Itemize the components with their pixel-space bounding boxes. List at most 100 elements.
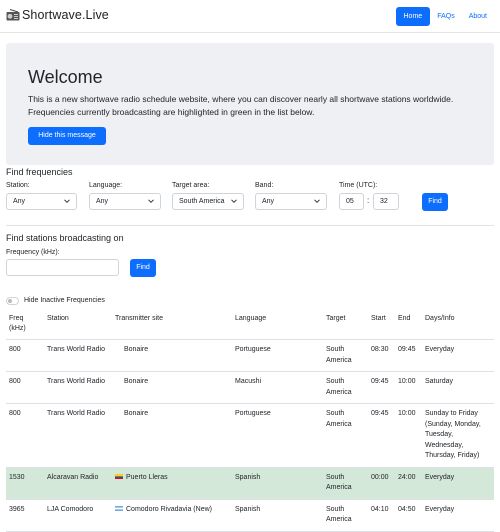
frequency-label: Frequency (kHz): [6, 249, 60, 256]
main-nav: Home FAQs About [395, 7, 495, 26]
cell-days: Everyday [422, 467, 494, 500]
station-select-value: Any [13, 198, 26, 205]
target-area-select-value: South America [179, 198, 225, 205]
station-select[interactable]: Any [6, 193, 77, 210]
find-frequencies-button[interactable]: Find [422, 193, 448, 211]
chevron-down-icon [148, 199, 154, 204]
colombia-flag-icon [115, 473, 123, 479]
cell-target: South America [323, 371, 368, 404]
site-name: Comodoro Rivadavia (New) [126, 505, 212, 513]
band-select-value: Any [262, 198, 275, 205]
col-days-info[interactable]: Days/Info [422, 311, 494, 340]
station-label: Station: [6, 182, 30, 189]
hide-inactive-toggle[interactable] [6, 297, 19, 305]
cell-start: 09:45 [368, 403, 395, 468]
welcome-title: Welcome [28, 67, 103, 87]
cell-end: 24:00 [395, 467, 422, 500]
section-divider [6, 225, 494, 226]
cell-freq: 800 [6, 403, 44, 468]
cell-target: South America [323, 339, 368, 372]
col-start[interactable]: Start [368, 311, 395, 340]
cell-days: Everyday [422, 499, 494, 532]
cell-end: 04:50 [395, 499, 422, 532]
cell-end: 09:45 [395, 339, 422, 372]
cell-start: 04:10 [368, 499, 395, 532]
site-name: Bonaire [124, 410, 149, 417]
find-frequencies-title: Find frequencies [6, 167, 73, 177]
cell-start: 00:00 [368, 467, 395, 500]
cell-site: Bonaire [112, 371, 232, 404]
cell-language: Spanish [232, 499, 323, 532]
nav-about-link[interactable]: About [462, 7, 494, 26]
cell-freq: 800 [6, 371, 44, 404]
frequency-table: Freq (kHz) Station Transmitter site Lang… [6, 311, 494, 532]
welcome-panel: Welcome This is a new shortwave radio sc… [6, 43, 494, 165]
cell-language: Spanish [232, 467, 323, 500]
table-header-row: Freq (kHz) Station Transmitter site Lang… [6, 311, 494, 340]
col-language[interactable]: Language [232, 311, 323, 340]
nav-faqs-link[interactable]: FAQs [430, 7, 462, 26]
cell-site: Puerto Lleras [112, 467, 232, 500]
find-stations-button[interactable]: Find [130, 259, 156, 277]
cell-freq: 3965 [6, 499, 44, 532]
cell-site: Bonaire [112, 339, 232, 372]
radio-icon [6, 9, 20, 21]
language-select-value: Any [96, 198, 109, 205]
cell-end: 10:00 [395, 371, 422, 404]
cell-station: Trans World Radio [44, 339, 112, 372]
find-stations-title: Find stations broadcasting on [6, 233, 124, 243]
cell-target: South America [323, 403, 368, 468]
cell-site: Comodoro Rivadavia (New) [112, 499, 232, 532]
cell-target: South America [323, 499, 368, 532]
frequency-input[interactable] [6, 259, 119, 276]
target-area-select[interactable]: South America [172, 193, 244, 210]
time-separator: : [367, 196, 370, 205]
table-row[interactable]: 800 Trans World Radio Bonaire Macushi So… [6, 371, 494, 404]
col-freq[interactable]: Freq (kHz) [6, 311, 44, 340]
cell-language: Macushi [232, 371, 323, 404]
hide-inactive-label: Hide Inactive Frequencies [24, 297, 105, 304]
argentina-flag-icon [115, 505, 123, 511]
cell-days: Everyday [422, 339, 494, 372]
chevron-down-icon [64, 199, 70, 204]
cell-freq: 1530 [6, 467, 44, 500]
band-select[interactable]: Any [255, 193, 327, 210]
band-label: Band: [255, 182, 274, 189]
cell-days: Saturday [422, 371, 494, 404]
cell-start: 09:45 [368, 371, 395, 404]
minute-input[interactable]: 32 [373, 193, 399, 210]
navbar: Shortwave.Live Home FAQs About [0, 0, 500, 33]
cell-start: 08:30 [368, 339, 395, 372]
cell-station: Alcaravan Radio [44, 467, 112, 500]
cell-language: Portuguese [232, 339, 323, 372]
target-area-label: Target area: [172, 182, 210, 189]
cell-site: Bonaire [112, 403, 232, 468]
language-select[interactable]: Any [89, 193, 161, 210]
time-label: Time (UTC): [339, 182, 378, 189]
cell-station: Trans World Radio [44, 403, 112, 468]
brand[interactable]: Shortwave.Live [6, 8, 109, 22]
site-name: Bonaire [124, 378, 149, 385]
cell-days: Sunday to Friday (Sunday, Monday, Tuesda… [422, 403, 494, 468]
cell-station: Trans World Radio [44, 371, 112, 404]
site-name: Puerto Lleras [126, 473, 168, 481]
col-target[interactable]: Target [323, 311, 368, 340]
table-row-live[interactable]: 1530 Alcaravan Radio Puerto Lleras Spani… [6, 467, 494, 500]
toggle-knob [8, 299, 12, 303]
nav-home-link[interactable]: Home [395, 7, 431, 26]
table-row[interactable]: 800 Trans World Radio Bonaire Portuguese… [6, 403, 494, 468]
cell-station: LJA Comodoro [44, 499, 112, 532]
hour-input[interactable]: 05 [339, 193, 364, 210]
table-row[interactable]: 800 Trans World Radio Bonaire Portuguese… [6, 339, 494, 372]
cell-end: 10:00 [395, 403, 422, 468]
chevron-down-icon [231, 199, 237, 204]
table-row[interactable]: 3965 LJA Comodoro Comodoro Rivadavia (Ne… [6, 499, 494, 532]
chevron-down-icon [314, 199, 320, 204]
site-name: Bonaire [124, 346, 149, 353]
hide-message-button[interactable]: Hide this message [28, 127, 106, 145]
col-transmitter-site[interactable]: Transmitter site [112, 311, 232, 340]
cell-freq: 800 [6, 339, 44, 372]
col-station[interactable]: Station [44, 311, 112, 340]
col-end[interactable]: End [395, 311, 422, 340]
cell-language: Portuguese [232, 403, 323, 468]
